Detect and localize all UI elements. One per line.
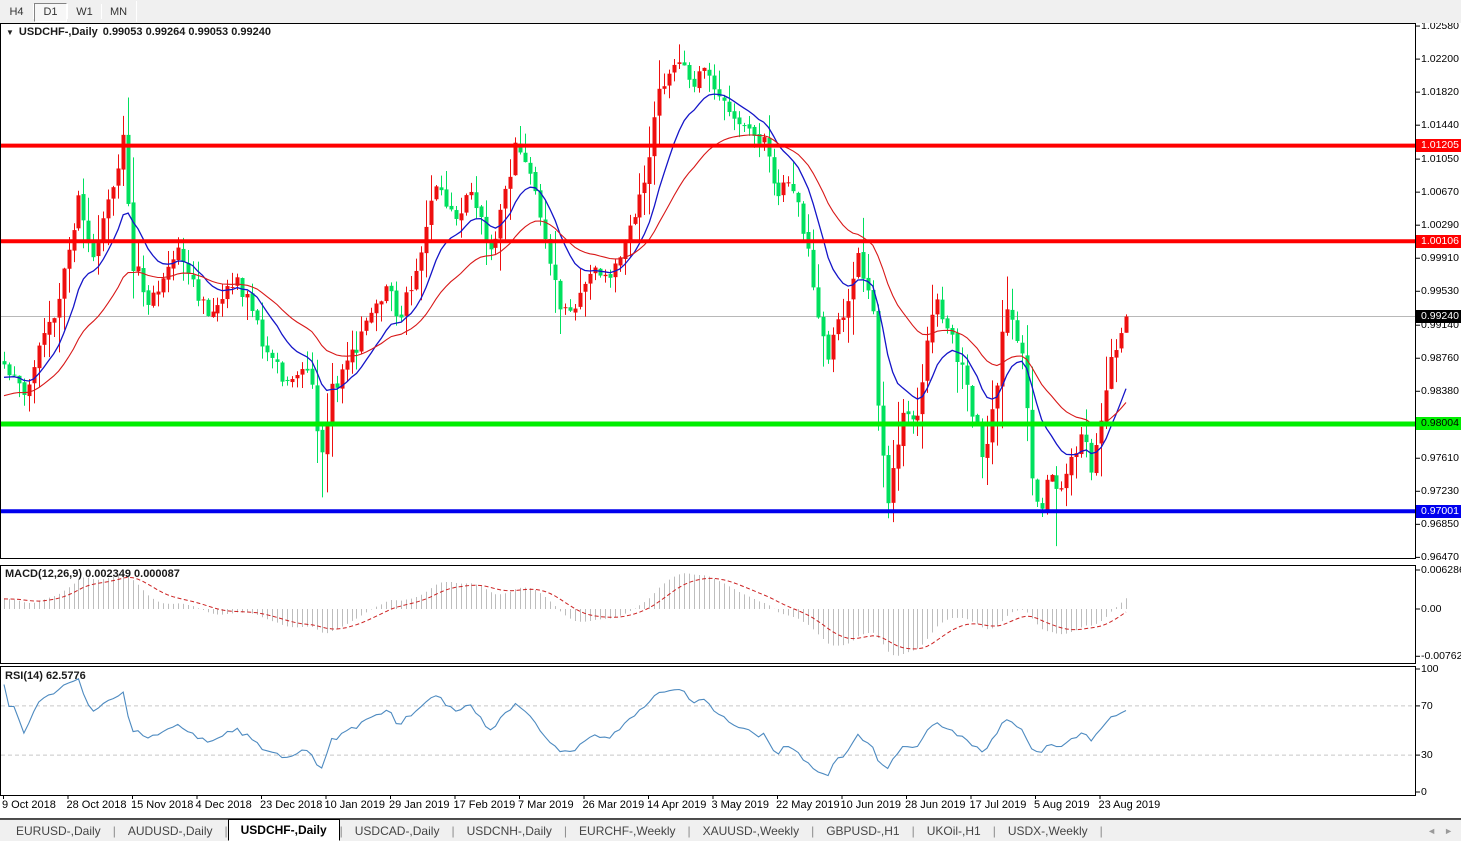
toolbar-group-separator: [136, 1, 137, 22]
macd-indicator-label: MACD(12,26,9) 0.002349 0.000087: [5, 568, 180, 580]
price-badge-1.00106: 1.00106: [1416, 235, 1461, 248]
price-axis-tick: 1.00290: [1421, 219, 1459, 231]
tab-separator: |: [1100, 824, 1103, 838]
candles-layer: [3, 44, 1129, 546]
rsi-axis-tick: 30: [1421, 749, 1433, 761]
rsi-axis-tick: 0: [1421, 786, 1427, 798]
rsi-axis-tick: 70: [1421, 700, 1433, 712]
price-axis-tick: 0.97610: [1421, 452, 1459, 464]
pane-frames: [0, 24, 1461, 819]
date-axis-label: 22 May 2019: [776, 799, 840, 812]
price-badge-0.99240: 0.99240: [1416, 310, 1461, 323]
price-axis-tick: 0.96470: [1421, 551, 1459, 563]
date-axis-label: 9 Oct 2018: [2, 799, 56, 812]
tab-usdcad-daily[interactable]: USDCAD-,Daily: [343, 821, 452, 841]
tab-scroll-left-icon[interactable]: ◄: [1427, 821, 1436, 841]
price-badge-1.01205: 1.01205: [1416, 139, 1461, 152]
tab-eurusd-daily[interactable]: EURUSD-,Daily: [4, 821, 113, 841]
price-axis-tick: 0.99910: [1421, 252, 1459, 264]
symbol-dropdown-icon[interactable]: ▼: [6, 28, 14, 37]
date-axis-label: 28 Oct 2018: [67, 799, 127, 812]
price-axis-tick: 0.99530: [1421, 285, 1459, 297]
date-axis-label: 14 Apr 2019: [647, 799, 706, 812]
tab-gbpusd-h1[interactable]: GBPUSD-,H1: [814, 821, 911, 841]
timeframe-button-mn[interactable]: MN: [102, 3, 135, 22]
rsi-axis-tick: 100: [1421, 663, 1439, 675]
price-axis-tick: 1.00670: [1421, 186, 1459, 198]
date-axis-label: 3 May 2019: [712, 799, 769, 812]
price-badge-0.98004: 0.98004: [1416, 417, 1461, 430]
timeframe-button-w1[interactable]: W1: [68, 3, 101, 22]
date-axis-label: 17 Feb 2019: [454, 799, 516, 812]
tab-scroll-arrows: ◄ ►: [1427, 821, 1461, 841]
price-badge-0.97001: 0.97001: [1416, 505, 1461, 518]
price-axis-tick: 0.97230: [1421, 485, 1459, 497]
rsi-indicator-label: RSI(14) 62.5776: [5, 670, 86, 682]
date-axis-label: 7 Mar 2019: [518, 799, 574, 812]
macd-axis-tick: 0.006286: [1421, 564, 1461, 576]
price-axis-tick: 1.02200: [1421, 53, 1459, 65]
date-axis-label: 23 Dec 2018: [260, 799, 322, 812]
date-axis-label: 17 Jul 2019: [970, 799, 1027, 812]
chart-title: ▼ USDCHF-,Daily 0.99053 0.99264 0.99053 …: [6, 26, 271, 38]
timeframe-button-d1[interactable]: D1: [34, 3, 67, 22]
tab-usdchf-daily[interactable]: USDCHF-,Daily: [228, 819, 340, 841]
tab-usdx-weekly[interactable]: USDX-,Weekly: [996, 821, 1100, 841]
tab-ukoil-h1[interactable]: UKOil-,H1: [915, 821, 993, 841]
timeframe-button-h4[interactable]: H4: [0, 3, 33, 22]
rsi-line: [4, 679, 1126, 776]
macd-histogram: [5, 572, 1127, 656]
date-axis-label: 15 Nov 2018: [131, 799, 193, 812]
chart-ohlc-values: 0.99053 0.99264 0.99053 0.99240: [103, 26, 271, 38]
axis-tick-marks: [4, 26, 1421, 799]
date-axis-label: 4 Dec 2018: [196, 799, 252, 812]
date-axis-label: 29 Jan 2019: [389, 799, 450, 812]
price-axis-tick: 0.98380: [1421, 385, 1459, 397]
horizontal-level-lines[interactable]: [1, 146, 1415, 512]
tab-eurchf-weekly[interactable]: EURCHF-,Weekly: [567, 821, 687, 841]
date-axis-label: 28 Jun 2019: [905, 799, 966, 812]
tab-scroll-right-icon[interactable]: ►: [1444, 821, 1453, 841]
date-axis-label: 5 Aug 2019: [1034, 799, 1090, 812]
price-axis-tick: 1.01440: [1421, 119, 1459, 131]
date-axis-label: 26 Mar 2019: [583, 799, 645, 812]
macd-axis-tick: 0.00: [1421, 603, 1441, 615]
tab-usdcnh-daily[interactable]: USDCNH-,Daily: [455, 821, 564, 841]
chart-tab-bar: EURUSD-,Daily|AUDUSD-,Daily|USDCHF-,Dail…: [0, 819, 1461, 841]
tab-audusd-daily[interactable]: AUDUSD-,Daily: [116, 821, 225, 841]
chart-tabs: EURUSD-,Daily|AUDUSD-,Daily|USDCHF-,Dail…: [0, 820, 1103, 841]
chart-symbol-label: USDCHF-,Daily: [19, 26, 98, 38]
date-axis-label: 10 Jun 2019: [841, 799, 902, 812]
ma-fast-line: [4, 94, 1126, 455]
timeframe-toolbar: H4D1W1MN: [0, 0, 1461, 23]
macd-axis-tick: -0.00762: [1421, 650, 1461, 662]
tab-xauusd-weekly[interactable]: XAUUSD-,Weekly: [691, 821, 811, 841]
price-axis-tick: 0.98760: [1421, 352, 1459, 364]
price-axis-tick: 1.01050: [1421, 153, 1459, 165]
chart-canvas[interactable]: [0, 0, 1461, 841]
price-axis-tick: 0.96850: [1421, 518, 1459, 530]
date-axis-label: 23 Aug 2019: [1099, 799, 1161, 812]
trading-app-window: H4D1W1MN ▼ USDCHF-,Daily 0.99053 0.99264…: [0, 0, 1461, 841]
date-axis-label: 10 Jan 2019: [325, 799, 386, 812]
price-axis-tick: 1.01820: [1421, 86, 1459, 98]
